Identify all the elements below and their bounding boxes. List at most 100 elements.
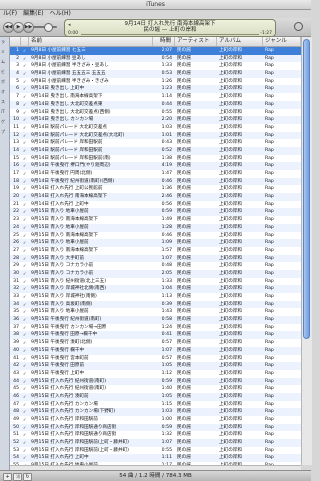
checkbox[interactable]: ✓ — [21, 331, 29, 339]
sidebar-item[interactable]: プ — [0, 127, 9, 137]
table-row[interactable]: 15 ✓ 9月14日 駅前パレード 岸和田駅前(南) 1:38 民の謡 上町の岸和 Rap — [10, 155, 301, 163]
table-row[interactable]: 33 ✓ 9月15日 宵入り 岸城神社(南側) 1:13 民の謡 上町の岸和 Rap — [10, 293, 301, 301]
table-row[interactable]: 37 ✓ 9月15日 午後曳行 カンカン場→田原 1:24 民の謡 上町の岸和 Rap — [10, 324, 301, 332]
checkbox[interactable]: ✓ — [21, 124, 29, 132]
checkbox[interactable]: ✓ — [21, 316, 29, 324]
checkbox[interactable]: ✓ — [21, 70, 29, 78]
table-row[interactable]: 12 ✓ 9月14日 駅前パレード 大北町交差点(大北町) 1:01 民の謡 上町の岸和 R… — [10, 131, 301, 140]
column-header-album[interactable]: アルバム — [217, 37, 263, 46]
table-row[interactable]: 27 ✓ 9月15日 宵入り 南海本線高架下 1:57 民の謡 上町の岸和 Rap — [10, 247, 301, 255]
table-row[interactable]: 36 ✓ 9月15日 午後曳行 紀州街道(南町) 0:58 民の謡 上町の岸和 Rap — [10, 316, 301, 324]
table-row[interactable]: 44 ✓ 9月15日 打入れ先行 紀州街道(南町) 0:59 民の謡 上町の岸和 Rap — [10, 377, 301, 386]
sidebar-item[interactable]: ポ — [0, 77, 9, 87]
menu-help[interactable]: ヘル(H) — [47, 10, 74, 18]
table-row[interactable]: 53 ✓ 9月15日 打入れ先行 岸和田駅前(上町・藤井町) 0:55 民の謡 上町の岸和… — [10, 447, 301, 455]
checkbox[interactable]: ✓ — [21, 285, 29, 293]
sidebar-item[interactable]: ミ — [0, 47, 9, 57]
table-row[interactable]: 46 ✓ 9月15日 打入れ先行 湊町前 1:05 民の謡 上町の岸和 Rap — [10, 392, 301, 401]
checkbox[interactable]: ✓ — [21, 447, 29, 455]
checkbox[interactable]: ✓ — [21, 454, 29, 462]
table-row[interactable]: 8 ✓ 9月14日 曳き出し 大北町交差点東 0:44 民の謡 上町の岸和 Rap — [10, 100, 301, 109]
checkbox[interactable]: ✓ — [21, 185, 29, 193]
checkbox[interactable]: ✓ — [21, 301, 29, 309]
table-row[interactable]: 25 ✓ 9月15日 宵入り 南海本線高架下 0:46 民の謡 上町の岸和 Rap — [10, 232, 301, 240]
checkbox[interactable]: ✓ — [21, 262, 29, 270]
scrollbar-thumb[interactable] — [303, 39, 310, 339]
table-row[interactable]: 14 ✓ 9月14日 駅前パレード 岸和田駅前 0:52 民の謡 上町の岸和 Rap — [10, 146, 301, 155]
checkbox[interactable]: ✓ — [21, 116, 29, 124]
checkbox[interactable]: ✓ — [21, 155, 29, 163]
table-row[interactable]: 54 ✓ 9月15日 打入れ先行 上町中 1:11 民の謡 上町の岸和 Rap — [10, 454, 301, 463]
checkbox[interactable]: ✓ — [21, 55, 29, 63]
table-row[interactable]: 26 ✓ 9月15日 宵入り 地車小屋前 1:09 民の謡 上町の岸和 Rap — [10, 239, 301, 247]
checkbox[interactable]: ✓ — [21, 47, 29, 55]
checkbox[interactable]: ✓ — [21, 139, 29, 147]
checkbox[interactable]: ✓ — [21, 378, 29, 386]
table-row[interactable]: 40 ✓ 9月15日 午後曳行 欄干中 1:07 民の謡 上町の岸和 Rap — [10, 346, 301, 355]
sidebar-item[interactable]: ム — [0, 57, 9, 67]
checkbox[interactable]: ✓ — [21, 208, 29, 216]
checkbox[interactable]: ✓ — [21, 347, 29, 355]
table-row[interactable]: 28 ✓ 9月15日 宵入り 大手町前 1:07 民の謡 上町の岸和 Rap — [10, 254, 301, 263]
checkbox[interactable]: ✓ — [21, 401, 29, 409]
table-row[interactable]: 32 ✓ 9月15日 宵入り 岸城神社北側(南西) 1:04 民の謡 上町の岸和 Rap — [10, 285, 301, 293]
table-row[interactable]: 21 ✓ 9月14日 打入れ先行 上町中 0:56 民の謡 上町の岸和 Rap — [10, 201, 301, 209]
checkbox[interactable]: ✓ — [21, 439, 29, 447]
search-icon[interactable] — [294, 22, 303, 31]
checkbox[interactable]: ✓ — [21, 431, 29, 439]
checkbox[interactable]: ✓ — [21, 270, 29, 278]
checkbox[interactable]: ✓ — [21, 255, 29, 263]
table-row[interactable]: 52 ✓ 9月15日 打入れ先行 岸和田駅前(上町・藤井町) 1:07 民の謡 上町の岸和… — [10, 439, 301, 447]
checkbox[interactable]: ✓ — [21, 370, 29, 378]
checkbox[interactable]: ✓ — [21, 424, 29, 432]
table-row[interactable]: 19 ✓ 9月14日 打入れ先行 上町公民館前 1:36 民の謡 上町の岸和 Rap — [10, 185, 301, 193]
volume-slider-knob[interactable] — [44, 23, 53, 32]
checkbox[interactable]: ✓ — [21, 93, 29, 101]
table-row[interactable]: 42 ✓ 9月15日 午後曳行 田原前 1:05 民の謡 上町の岸和 Rap — [10, 362, 301, 370]
menu-edit[interactable]: 編集(E) — [20, 10, 46, 18]
menu-file[interactable]: ル(F) — [0, 10, 20, 18]
checkbox[interactable]: ✓ — [21, 216, 29, 224]
column-header-time[interactable]: 時間 — [153, 37, 175, 46]
checkbox[interactable]: ✓ — [21, 78, 29, 86]
checkbox[interactable]: ✓ — [21, 232, 29, 240]
column-header-check[interactable] — [21, 37, 29, 46]
table-row[interactable]: 6 ✓ 9月14日 曳き出し 上町中 1:23 民の謡 上町の岸和 Rap — [10, 85, 301, 94]
sidebar-item[interactable]: iT — [0, 107, 9, 117]
table-row[interactable]: 20 ✓ 9月14日 打入れ先行 南海本線高架下 2:46 民の謡 上町の岸和 Rap — [10, 193, 301, 201]
checkbox[interactable]: ✓ — [21, 109, 29, 117]
table-row[interactable]: 22 ✓ 9月15日 宵入り 地車小屋前 0:59 民の謡 上町の岸和 Rap — [10, 208, 301, 217]
checkbox[interactable]: ✓ — [21, 201, 29, 209]
checkbox[interactable]: ✓ — [21, 293, 29, 301]
checkbox[interactable]: ✓ — [21, 324, 29, 332]
checkbox[interactable]: ✓ — [21, 62, 29, 70]
progress-bar[interactable] — [81, 34, 259, 35]
table-row[interactable]: 11 ✓ 9月14日 駅前パレード 大北町交差点 1:03 民の謡 上町の岸和 Rap — [10, 124, 301, 132]
checkbox[interactable]: ✓ — [21, 147, 29, 155]
checkbox[interactable]: ✓ — [21, 278, 29, 286]
checkbox[interactable]: ✓ — [21, 193, 29, 201]
table-row[interactable]: 31 ✓ 9月15日 宵入り 紀州街道(北上三五) 1:33 民の謡 上町の岸和 Rap — [10, 278, 301, 286]
table-row[interactable]: 1 ✓ 9月8日 小屋前練習 七五三 2:07 民の謡 上町の岸和 Rap — [10, 47, 301, 55]
checkbox[interactable]: ✓ — [21, 416, 29, 424]
now-playing-display[interactable]: ◂ 9月14日 打入れ先行 南海本線高架下 民の謡 — 上町の岸和 0:00 -… — [64, 19, 276, 37]
table-row[interactable]: 7 ✓ 9月14日 曳き出し 南海本線高架下 1:14 民の謡 上町の岸和 Rap — [10, 93, 301, 101]
table-row[interactable]: 18 ✓ 9月14日 午後曳行 紀州街道(南町)(西側) 0:46 民の謡 上町の岸和 Ra… — [10, 177, 301, 186]
sidebar-item[interactable]: ビ — [0, 67, 9, 77]
checkbox[interactable]: ✓ — [21, 362, 29, 370]
sidebar-item[interactable]: オ — [0, 87, 9, 97]
sidebar-item[interactable]: ス — [0, 97, 9, 107]
checkbox[interactable]: ✓ — [21, 247, 29, 255]
checkbox[interactable]: ✓ — [21, 385, 29, 393]
table-row[interactable]: 35 ✓ 9月15日 宵入り 地車小屋前 1:43 民の謡 上町の岸和 Rap — [10, 308, 301, 316]
column-header-number[interactable] — [10, 37, 21, 46]
table-row[interactable]: 48 ✓ 9月15日 打入れ先行 カンカン場(下野町) 1:03 民の謡 上町の岸和 Rap — [10, 408, 301, 416]
table-row[interactable]: 41 ✓ 9月15日 午後曳行 宮本町前 0:57 民の謡 上町の岸和 Rap — [10, 355, 301, 363]
table-row[interactable]: 10 ✓ 9月14日 曳き出し カンカン場 2:20 民の謡 上町の岸和 Rap — [10, 116, 301, 124]
table-row[interactable]: 29 ✓ 9月15日 宵入り コナカラ小前 0:48 民の謡 上町の岸和 Rap — [10, 262, 301, 270]
table-row[interactable]: 45 ✓ 9月15日 打入れ先行 紀州街道(南町) 1:40 民の謡 上町の岸和 Rap — [10, 385, 301, 393]
table-row[interactable]: 49 ✓ 9月15日 打入れ先行 岸和田駅前 1:00 民の謡 上町の岸和 Rap — [10, 416, 301, 424]
checkbox[interactable]: ✓ — [21, 339, 29, 347]
checkbox[interactable]: ✓ — [21, 308, 29, 316]
checkbox[interactable]: ✓ — [21, 132, 29, 140]
